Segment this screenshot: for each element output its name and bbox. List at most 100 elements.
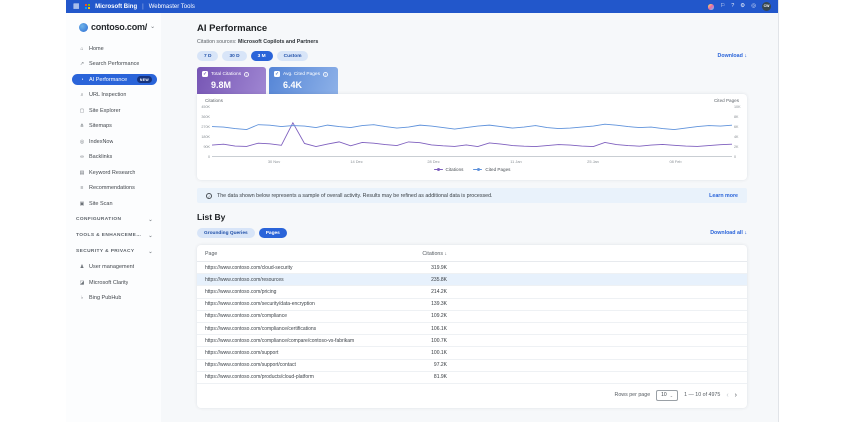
- table-row[interactable]: https://www.contoso.com/pricing214.2K: [197, 286, 747, 298]
- citations-value: 81.9K: [417, 374, 447, 380]
- copilot-icon[interactable]: [708, 4, 714, 10]
- kpi-total-citations[interactable]: ✓ Total Citations i 9.8M: [197, 67, 266, 94]
- range-pill-30-d[interactable]: 30 D: [222, 51, 246, 61]
- sidebar-item-recommendations[interactable]: ≡Recommendations: [66, 183, 157, 194]
- sidebar-item-user-management[interactable]: ♟User management: [66, 262, 157, 273]
- table-row[interactable]: https://www.contoso.com/resources235.8K: [197, 274, 747, 286]
- apps-icon[interactable]: ◎: [751, 2, 756, 11]
- microsoft-clarity-icon: ◪: [79, 280, 85, 286]
- list-by-toggle-grounding-queries[interactable]: Grounding Queries: [197, 228, 255, 238]
- keyword-research-icon: ▤: [79, 170, 85, 176]
- range-pill-7-d[interactable]: 7 D: [197, 51, 218, 61]
- list-by-toggle-pages[interactable]: Pages: [259, 228, 287, 238]
- avg-cited-pages-checkbox[interactable]: ✓: [274, 71, 280, 77]
- brand-label[interactable]: Microsoft Bing: [95, 4, 137, 10]
- left-axis-label: Citations: [205, 98, 223, 103]
- table-row[interactable]: https://www.contoso.com/compliance/compa…: [197, 335, 747, 347]
- page-url[interactable]: https://www.contoso.com/support: [205, 350, 417, 356]
- info-icon[interactable]: i: [244, 72, 249, 77]
- user-avatar[interactable]: CW: [762, 2, 771, 11]
- legend-item-citations[interactable]: Citations: [434, 167, 464, 172]
- sidebar-section-configuration[interactable]: CONFIGURATION⌄: [66, 214, 153, 225]
- range-pill-3-m[interactable]: 3 M: [251, 51, 273, 61]
- settings-gear-icon[interactable]: ⚙: [740, 2, 745, 11]
- total-citations-checkbox[interactable]: ✓: [202, 71, 208, 77]
- page-url[interactable]: https://www.contoso.com/security/data-en…: [205, 301, 417, 307]
- kpi-value: 9.8M: [202, 80, 261, 90]
- sidebar-item-keyword-research[interactable]: ▤Keyword Research: [66, 167, 157, 178]
- column-header-citations[interactable]: Citations ↓: [417, 251, 447, 257]
- axis-tick: 270K: [198, 125, 210, 129]
- sidebar-item-site-scan[interactable]: ▣Site Scan: [66, 198, 157, 209]
- page-url[interactable]: https://www.contoso.com/compliance/compa…: [205, 338, 417, 344]
- waffle-menu-icon[interactable]: ▦: [73, 0, 80, 13]
- chevron-down-icon: ⌄: [148, 249, 153, 255]
- download-button[interactable]: Download ↓: [718, 53, 747, 59]
- chart-plot-area[interactable]: [212, 107, 732, 157]
- sidebar-nav: ⌂Home ↗Search Performance ◔AI PerformanceN…: [66, 43, 161, 304]
- app-window: ▦ Microsoft Bing | Webmaster Tools ⚐ ? ⚙…: [66, 0, 779, 422]
- table-row[interactable]: https://www.contoso.com/products/cloud-p…: [197, 372, 747, 384]
- table-row[interactable]: https://www.contoso.com/support100.1K: [197, 347, 747, 359]
- product-label[interactable]: Webmaster Tools: [149, 4, 195, 10]
- sidebar-item-bing-pubhub[interactable]: ♭Bing PubHub: [66, 293, 157, 304]
- chevron-down-icon: ⌄: [150, 23, 155, 30]
- next-page-button[interactable]: ›: [735, 392, 737, 399]
- info-icon: i: [206, 193, 212, 199]
- download-all-button[interactable]: Download all ↓: [710, 230, 747, 236]
- pagination: Rows per page 10 ⌄ 1 — 10 of 4975 ‹ ›: [197, 384, 747, 406]
- sidebar-section-security-privacy[interactable]: SECURITY & PRIVACY⌄: [66, 246, 153, 257]
- sidebar-item-sitemaps[interactable]: ⋔Sitemaps: [66, 121, 157, 132]
- notifications-icon[interactable]: ⚐: [720, 2, 725, 11]
- range-pill-custom[interactable]: Custom: [277, 51, 309, 61]
- sidebar-item-backlinks[interactable]: ∞Backlinks: [66, 152, 157, 163]
- site-globe-icon: [79, 23, 88, 32]
- column-header-page[interactable]: Page: [205, 251, 417, 257]
- table-row[interactable]: https://www.contoso.com/compliance/certi…: [197, 323, 747, 335]
- sidebar-item-microsoft-clarity[interactable]: ◪Microsoft Clarity: [66, 277, 157, 288]
- legend-item-cited-pages[interactable]: Cited Pages: [473, 167, 510, 172]
- axis-tick: 360K: [198, 115, 210, 119]
- table-row[interactable]: https://www.contoso.com/support/contact9…: [197, 360, 747, 372]
- topbar-actions: ⚐ ? ⚙ ◎ CW: [708, 2, 771, 11]
- citations-chart: Citations Cited Pages 450K360K270K180K90…: [197, 94, 747, 180]
- kpi-avg-cited-pages[interactable]: ✓ Avg. Cited Pages i 6.4K: [269, 67, 338, 94]
- page-url[interactable]: https://www.contoso.com/compliance: [205, 313, 417, 319]
- citations-value: 97.2K: [417, 362, 447, 368]
- sidebar-item-ai-performance[interactable]: ◔AI PerformanceNEW: [72, 74, 157, 85]
- sidebar-item-url-inspection[interactable]: ⌕URL Inspection: [66, 90, 157, 101]
- help-icon[interactable]: ?: [731, 2, 734, 11]
- page-title: AI Performance: [197, 23, 747, 34]
- page-url[interactable]: https://www.contoso.com/cloud-security: [205, 265, 417, 271]
- site-selector[interactable]: contoso.com/ ⌄: [66, 22, 161, 32]
- axis-tick: 2K: [734, 145, 746, 149]
- sidebar-item-site-explorer[interactable]: ▢Site Explorer: [66, 105, 157, 116]
- chevron-down-icon: ⌄: [670, 393, 673, 398]
- page-url[interactable]: https://www.contoso.com/resources: [205, 277, 417, 283]
- citations-value: 100.7K: [417, 338, 447, 344]
- learn-more-link[interactable]: Learn more: [709, 193, 738, 199]
- sidebar-section-tools-enhancements[interactable]: TOOLS & ENHANCEMENTS⌄: [66, 230, 153, 241]
- sidebar-item-search-performance[interactable]: ↗Search Performance: [66, 59, 157, 70]
- sidebar-item-home[interactable]: ⌂Home: [66, 43, 157, 54]
- user-management-icon: ♟: [79, 264, 85, 270]
- citations-value: 109.2K: [417, 313, 447, 319]
- sidebar-item-indexnow[interactable]: ◎IndexNow: [66, 136, 157, 147]
- axis-tick: 0: [734, 155, 746, 159]
- sidebar: contoso.com/ ⌄ ⌂Home ↗Search Performance ◔…: [66, 13, 161, 422]
- page-url[interactable]: https://www.contoso.com/compliance/certi…: [205, 326, 417, 332]
- citations-value: 235.8K: [417, 277, 447, 283]
- list-by-title: List By: [197, 212, 747, 222]
- list-by-controls: Grounding Queries Pages Download all ↓: [197, 228, 747, 238]
- rows-per-page-select[interactable]: 10 ⌄: [656, 390, 678, 401]
- search-performance-icon: ↗: [79, 61, 85, 67]
- table-row[interactable]: https://www.contoso.com/security/data-en…: [197, 299, 747, 311]
- page-url[interactable]: https://www.contoso.com/products/cloud-p…: [205, 374, 417, 380]
- table-row[interactable]: https://www.contoso.com/compliance109.2K: [197, 311, 747, 323]
- top-bar: ▦ Microsoft Bing | Webmaster Tools ⚐ ? ⚙…: [66, 0, 778, 13]
- table-row[interactable]: https://www.contoso.com/cloud-security31…: [197, 262, 747, 274]
- page-url[interactable]: https://www.contoso.com/pricing: [205, 289, 417, 295]
- page-url[interactable]: https://www.contoso.com/support/contact: [205, 362, 417, 368]
- previous-page-button[interactable]: ‹: [726, 392, 728, 399]
- info-icon[interactable]: i: [323, 72, 328, 77]
